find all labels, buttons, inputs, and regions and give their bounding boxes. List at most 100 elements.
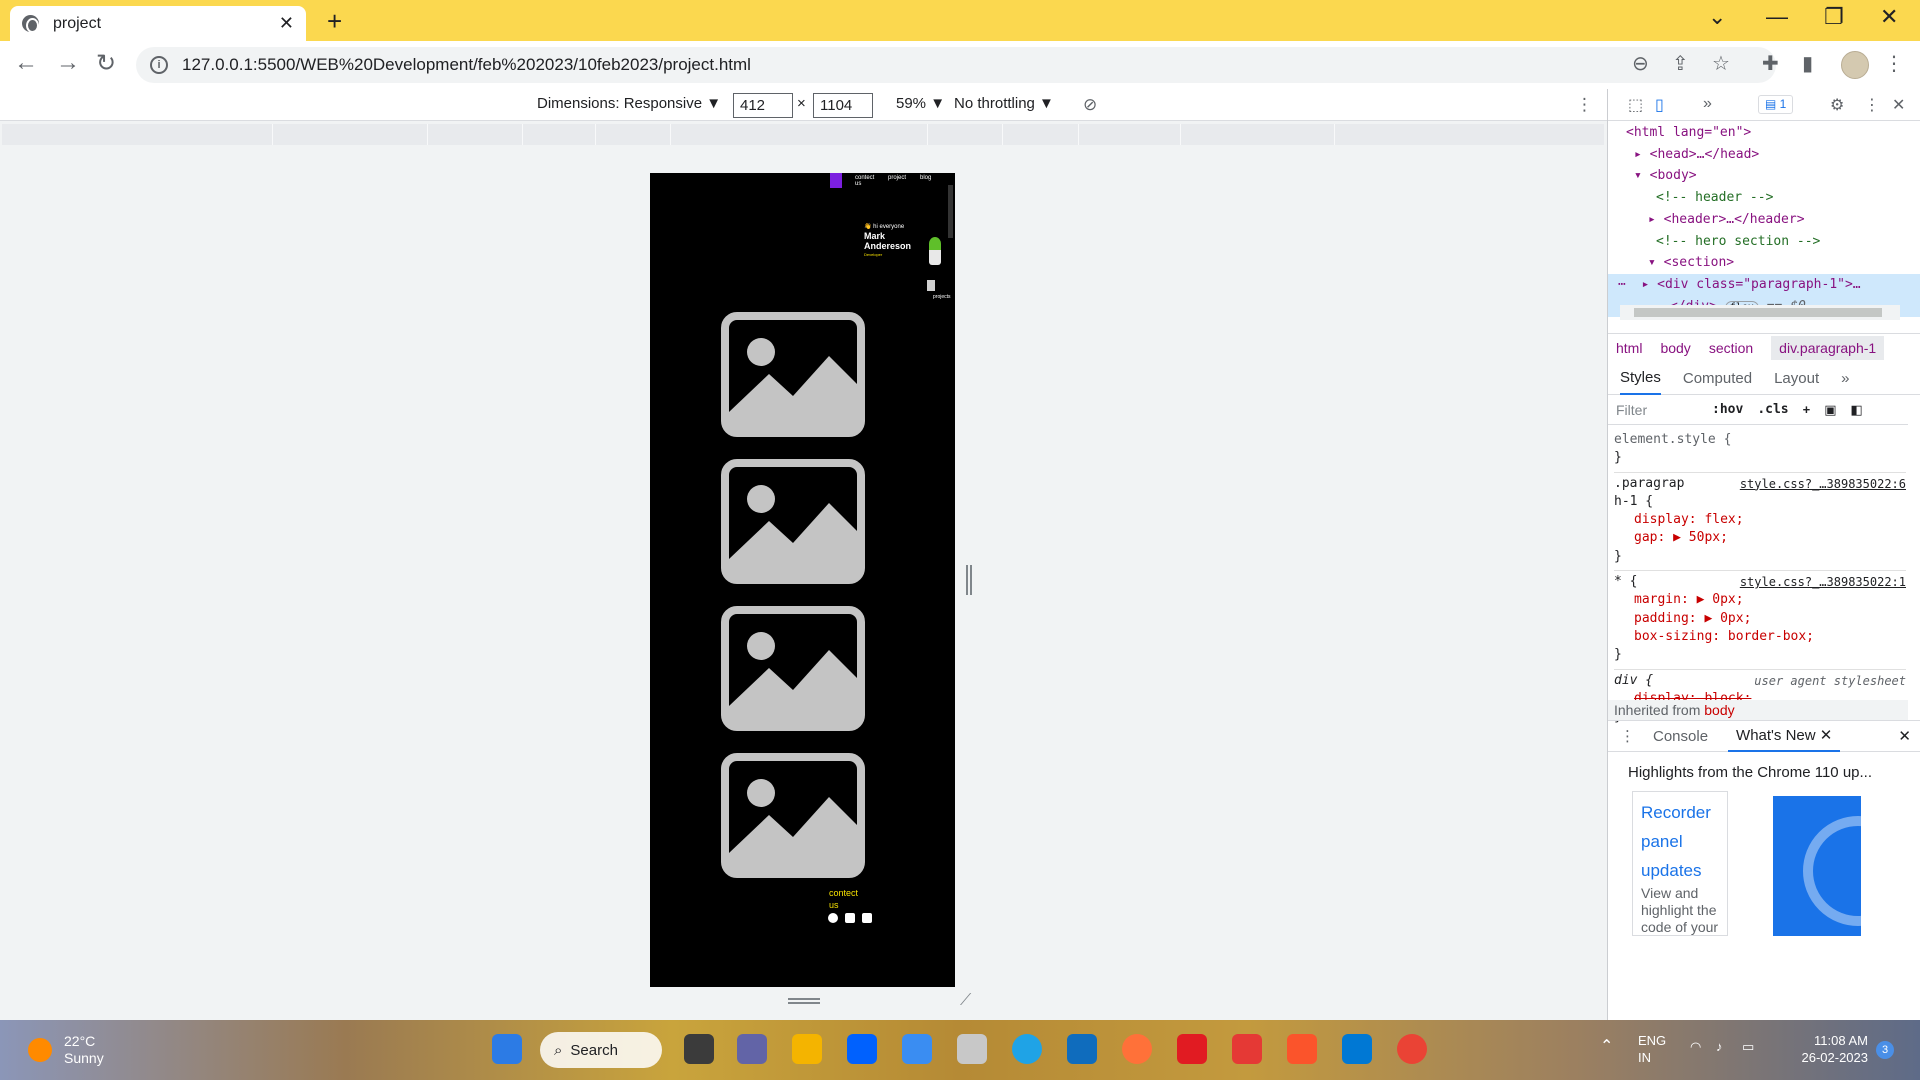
file-explorer-icon[interactable] (792, 1034, 822, 1064)
zoom-dropdown[interactable]: 59% ▼ (896, 95, 945, 112)
drawer-menu-icon[interactable]: ⋮ (1620, 727, 1635, 745)
messages-badge[interactable]: ▤ 1 (1758, 95, 1794, 114)
tab-console[interactable]: Console (1653, 728, 1708, 745)
width-input[interactable]: 412 (733, 93, 793, 118)
windows-start-icon[interactable] (492, 1034, 522, 1064)
restore-icon[interactable]: ❐ (1824, 4, 1844, 30)
card-title[interactable]: Recorder panel updates (1641, 798, 1719, 885)
nav-project-link[interactable]: project (888, 175, 906, 181)
address-bar[interactable]: i 127.0.0.1:5500/WEB%20Development/feb%2… (136, 47, 1776, 83)
reload-icon[interactable]: ↻ (96, 49, 116, 78)
tab-search-icon[interactable]: ⌄ (1708, 4, 1726, 30)
edge-icon[interactable] (1012, 1034, 1042, 1064)
taskbar-search[interactable]: ⌕ Search (540, 1032, 662, 1068)
height-input[interactable]: 1104 (813, 93, 873, 118)
teams-icon[interactable] (737, 1034, 767, 1064)
inspect-element-icon[interactable]: ⬚ (1628, 95, 1643, 115)
site-info-icon[interactable]: i (150, 56, 168, 74)
volume-icon[interactable]: ♪ (1716, 1038, 1723, 1055)
drawer-close-icon[interactable]: ✕ (1898, 727, 1911, 745)
profile-avatar[interactable] (1841, 51, 1869, 79)
notification-badge[interactable]: 3 (1876, 1041, 1894, 1059)
forward-icon[interactable]: → (56, 49, 80, 77)
back-icon[interactable]: ← (14, 49, 38, 77)
elements-tree[interactable]: <html lang="en"> ▸ <head>…</head> ▾ <bod… (1608, 121, 1920, 318)
menu-kebab-icon[interactable]: ⋮ (1884, 51, 1904, 76)
dimensions-dropdown[interactable]: Dimensions: Responsive ▼ (537, 95, 721, 112)
settings-gear-icon[interactable]: ⚙ (1830, 95, 1844, 115)
firefox-icon[interactable] (1122, 1034, 1152, 1064)
extensions-icon[interactable]: ✚ (1762, 51, 1779, 76)
rule-universal[interactable]: style.css?_…389835022:1 * { margin: ▶ 0px… (1614, 571, 1906, 670)
browser-tab[interactable]: project ✕ (10, 6, 306, 41)
tab-layout[interactable]: Layout (1774, 370, 1819, 387)
snipping-tool-icon[interactable] (957, 1034, 987, 1064)
page-scrollbar[interactable] (948, 185, 953, 238)
side-panel-icon[interactable]: ▮ (1802, 51, 1813, 76)
task-view-icon[interactable] (684, 1034, 714, 1064)
tab-styles[interactable]: Styles (1620, 362, 1661, 395)
projects-label[interactable]: projects (933, 294, 951, 300)
rule-paragraph-1[interactable]: style.css?_…389835022:6 .paragrap h-1 { d… (1614, 473, 1906, 572)
game-icon[interactable] (1232, 1034, 1262, 1064)
share-icon[interactable]: ⇪ (1672, 51, 1689, 76)
resize-handle-corner[interactable]: ⟋ (960, 992, 971, 1010)
breadcrumb-body[interactable]: body (1660, 340, 1690, 356)
site-logo[interactable] (830, 173, 842, 188)
social-icon[interactable] (862, 913, 872, 923)
dom-comment[interactable]: <!-- header --> (1608, 187, 1920, 209)
throttling-dropdown[interactable]: No throttling ▼ (954, 95, 1054, 112)
dropbox-icon[interactable] (847, 1034, 877, 1064)
device-toggle-icon[interactable]: ▯ (1655, 95, 1664, 115)
vscode-icon[interactable] (1342, 1034, 1372, 1064)
tab-computed[interactable]: Computed (1683, 370, 1752, 387)
device-more-icon[interactable]: ⋮ (1576, 95, 1593, 115)
nav-contact-link[interactable]: contect us (855, 175, 877, 187)
clock[interactable]: 11:08 AM 26-02-2023 (1790, 1032, 1869, 1066)
vivaldi-icon[interactable] (1177, 1034, 1207, 1064)
dom-node[interactable]: ▾ <body> (1608, 165, 1920, 187)
new-tab-button[interactable]: + (327, 6, 342, 37)
devtools-close-icon[interactable]: ✕ (1892, 95, 1905, 115)
linkedin-icon[interactable] (845, 913, 855, 923)
tab-more[interactable]: » (1841, 370, 1849, 387)
resize-handle-right[interactable] (966, 565, 972, 595)
close-window-icon[interactable]: ✕ (1880, 4, 1898, 30)
inherited-link[interactable]: body (1704, 702, 1734, 718)
weather-widget[interactable]: 22°C Sunny (28, 1033, 104, 1067)
mail-icon[interactable] (1067, 1034, 1097, 1064)
github-icon[interactable] (828, 913, 838, 923)
chrome-icon[interactable] (1397, 1034, 1427, 1064)
elements-horizontal-scrollbar[interactable] (1620, 305, 1900, 320)
cls-toggle[interactable]: .cls (1757, 402, 1788, 417)
styles-filter-input[interactable]: Filter (1616, 402, 1712, 418)
rotate-icon[interactable]: ⊘ (1083, 95, 1097, 115)
nav-blog-link[interactable]: blog (920, 175, 931, 181)
todo-icon[interactable] (902, 1034, 932, 1064)
brave-icon[interactable] (1287, 1034, 1317, 1064)
source-link[interactable]: style.css?_…389835022:1 (1740, 573, 1906, 591)
dom-node[interactable]: ▸ <header>…</header> (1608, 209, 1920, 231)
feature-card[interactable]: Recorder panel updates View and highligh… (1632, 791, 1728, 936)
tab-close-icon[interactable]: ✕ (279, 13, 294, 34)
tray-overflow-icon[interactable]: ⌃ (1600, 1038, 1613, 1055)
dom-comment[interactable]: <!-- hero section --> (1608, 231, 1920, 253)
dom-node[interactable]: <html lang="en"> (1608, 122, 1920, 144)
new-rule-icon[interactable]: + (1803, 402, 1811, 417)
breadcrumb-div[interactable]: div.paragraph-1 (1771, 335, 1885, 360)
sidebar-toggle-icon[interactable]: ◧ (1851, 402, 1863, 418)
dom-node[interactable]: ▾ <section> (1608, 252, 1920, 274)
hov-toggle[interactable]: :hov (1712, 402, 1743, 417)
paint-icon[interactable]: ▣ (1824, 402, 1836, 418)
resize-handle-bottom[interactable] (788, 998, 820, 1004)
more-tabs-icon[interactable]: » (1703, 95, 1712, 113)
breadcrumb-section[interactable]: section (1709, 340, 1753, 356)
breadcrumb-html[interactable]: html (1616, 340, 1642, 356)
minimize-icon[interactable]: — (1766, 4, 1788, 30)
dom-node-selected[interactable]: ⋯ ▸ <div class="paragraph-1">… (1608, 273, 1920, 296)
devtools-more-icon[interactable]: ⋮ (1864, 95, 1880, 115)
language-indicator[interactable]: ENG IN (1638, 1032, 1666, 1066)
bookmark-star-icon[interactable]: ☆ (1712, 51, 1730, 76)
source-link[interactable]: style.css?_…389835022:6 (1740, 475, 1906, 493)
battery-icon[interactable]: ▭ (1742, 1038, 1754, 1055)
